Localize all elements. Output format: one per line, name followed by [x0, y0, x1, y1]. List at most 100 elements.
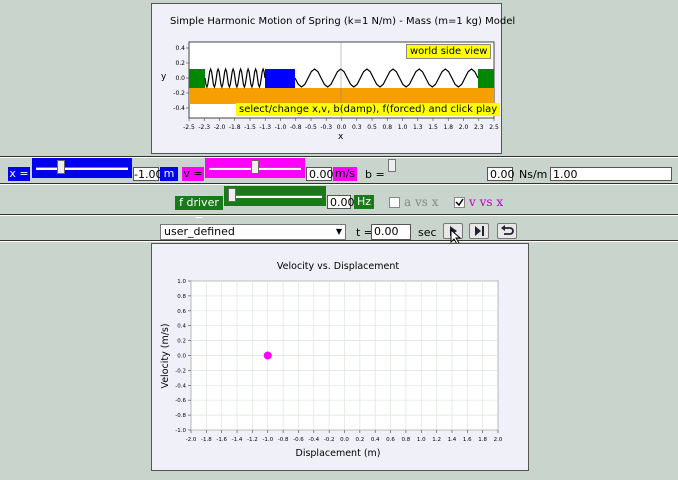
chart-y-tick-label: -1.0: [175, 428, 186, 434]
mass-block[interactable]: [265, 69, 295, 88]
world-y-tick-label: 0.2: [175, 60, 185, 67]
chart-x-tick-label: 1.0: [417, 437, 426, 443]
chart-y-tick-label: 1.0: [177, 279, 186, 285]
b-slider-thumb[interactable]: [388, 159, 396, 172]
checkbox-box[interactable]: [389, 197, 400, 208]
reset-button[interactable]: [497, 223, 517, 239]
world-y-tick-label: -0.2: [173, 90, 185, 97]
v-unit: m/s: [333, 167, 357, 181]
t-unit: sec: [418, 226, 437, 239]
chart-y-tick-label: 0.0: [177, 354, 186, 360]
checkbox-box[interactable]: [454, 197, 465, 208]
world-x-tick-label: 0.8: [382, 124, 392, 131]
fdriver-slider-thumb[interactable]: [228, 188, 236, 202]
world-x-tick-label: -1.8: [229, 124, 241, 131]
chart-x-tick-label: 1.6: [463, 437, 472, 443]
world-x-tick-label: -2.5: [183, 124, 195, 131]
chart-x-tick-label: -1.8: [201, 437, 212, 443]
left-wall: [189, 69, 205, 88]
b-extra-field[interactable]: 1.00: [550, 167, 672, 181]
world-y-tick-label: 0.0: [175, 75, 185, 82]
x-label: x =: [8, 167, 30, 181]
world-x-tick-label: 2.0: [459, 124, 469, 131]
chart-x-tick-label: -0.4: [308, 437, 319, 443]
chart-x-tick-label: -0.2: [324, 437, 335, 443]
chart-x-tick-label: 0.4: [371, 437, 380, 443]
chart-y-tick-label: -0.6: [175, 398, 186, 404]
x-unit: m: [160, 167, 178, 181]
v-vs-x-checkbox[interactable]: v vs x: [454, 195, 503, 209]
chart-y-tick-label: -0.4: [175, 383, 186, 389]
chart-x-tick-label: 0.8: [402, 437, 411, 443]
world-x-tick-label: 2.3: [474, 124, 484, 131]
world-x-tick-label: 1.3: [413, 124, 423, 131]
x-slider[interactable]: [32, 158, 132, 178]
world-side-view-button[interactable]: world side view: [406, 44, 492, 59]
x-value-field[interactable]: -1.00: [133, 167, 162, 181]
world-x-tick-label: -2.0: [214, 124, 226, 131]
reset-icon: [501, 225, 514, 235]
world-y-tick-label: 0.4: [175, 45, 185, 52]
world-x-tick-label: -1.3: [259, 124, 271, 131]
chart-y-tick-label: 0.6: [177, 309, 186, 315]
world-x-tick-label: -2.3: [198, 124, 210, 131]
chart-x-tick-label: -1.6: [216, 437, 227, 443]
world-x-tick-label: -1.0: [275, 124, 287, 131]
chart-x-tick-label: 1.4: [448, 437, 457, 443]
chart-title: Velocity vs. Displacement: [277, 261, 399, 272]
chart-y-tick-label: -0.2: [175, 368, 186, 374]
b-unit: Ns/m: [519, 168, 548, 181]
chart-x-tick-label: 0.2: [355, 437, 364, 443]
chart-x-tick-label: -0.8: [278, 437, 289, 443]
velocity-displacement-chart[interactable]: Velocity vs. Displacement -2.0 -1.8 -1.6 -1…: [152, 244, 530, 472]
world-x-tick-label: -0.8: [290, 124, 302, 131]
divider: [0, 183, 678, 185]
v-vs-x-label: v vs x: [469, 195, 504, 209]
chart-x-tick-label: 1.2: [432, 437, 441, 443]
right-wall: [478, 69, 494, 88]
fdriver-unit: Hz: [354, 195, 374, 209]
chart-y-tick-label: 0.2: [177, 339, 186, 345]
world-x-tick-label: -1.5: [244, 124, 256, 131]
x-slider-thumb[interactable]: [57, 160, 65, 174]
step-button[interactable]: [469, 223, 489, 239]
step-icon: [475, 226, 484, 236]
divider: [0, 214, 678, 216]
world-view[interactable]: -2.5 -2.3 -2.0 -1.8 -1.5 -1.3 -1.0 -0.8 -0.5 -0.3…: [152, 4, 503, 155]
world-x-tick-label: -0.3: [320, 124, 332, 131]
v-value-field[interactable]: 0.00: [306, 167, 334, 181]
chart-y-tick-label: -0.8: [175, 413, 186, 419]
mode-select-value: user_defined: [164, 225, 235, 238]
world-x-tick-label: -0.5: [305, 124, 317, 131]
v-slider-thumb[interactable]: [251, 160, 259, 174]
b-value-field[interactable]: 0.00: [487, 167, 515, 181]
world-y-axis-label: y: [161, 72, 167, 82]
chart-x-tick-label: -1.0: [262, 437, 273, 443]
v-label: v =: [182, 167, 204, 181]
mode-select[interactable]: user_defined ▼: [160, 224, 346, 240]
a-vs-x-checkbox[interactable]: a vs x: [389, 195, 439, 209]
chart-x-tick-label: 2.0: [494, 437, 503, 443]
world-x-tick-label: 1.8: [443, 124, 453, 131]
checkmark-icon: [455, 198, 464, 207]
world-x-axis-label: x: [338, 132, 344, 142]
t-value-field[interactable]: 0.00: [371, 224, 411, 240]
world-x-tick-label: 0.0: [337, 124, 347, 131]
world-x-tick-label: 1.5: [428, 124, 438, 131]
fdriver-value-field[interactable]: 0.00: [327, 195, 355, 209]
chart-x-tick-label: 0.6: [386, 437, 395, 443]
graph-panel: Velocity vs. Displacement -2.0 -1.8 -1.6 -1…: [151, 243, 529, 471]
chart-y-tick-label: 0.8: [177, 294, 186, 300]
chart-x-tick-label: -2.0: [186, 437, 197, 443]
chart-x-tick-label: 0.0: [340, 437, 349, 443]
world-x-tick-label: 1.0: [398, 124, 408, 131]
v-slider[interactable]: [205, 158, 305, 178]
chart-y-tick-label: 0.4: [177, 324, 186, 330]
chart-x-axis-label: Displacement (m): [296, 448, 381, 459]
fdriver-slider[interactable]: [224, 186, 326, 206]
chart-x-tick-label: -1.2: [247, 437, 258, 443]
world-x-tick-label: 2.5: [489, 124, 499, 131]
chart-x-tick-label: -1.4: [232, 437, 243, 443]
ground-bar: [189, 88, 494, 104]
world-x-tick-label: 0.3: [352, 124, 362, 131]
